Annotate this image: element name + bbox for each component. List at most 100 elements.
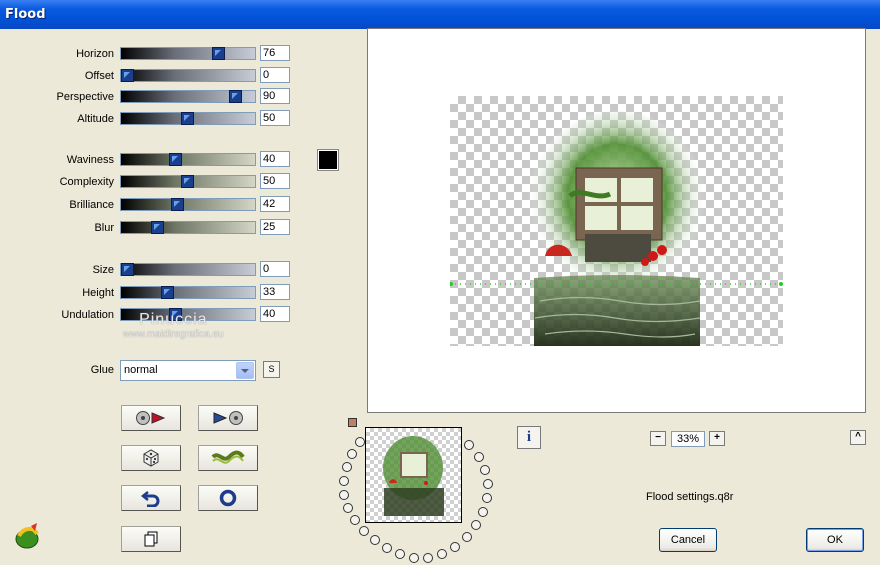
navigator-dot[interactable] [395,549,405,559]
flood-scene [449,111,783,346]
color-swatch[interactable] [317,149,339,171]
waviness-slider[interactable] [120,153,256,166]
navigator-dot[interactable] [474,452,484,462]
size-slider-thumb[interactable] [121,263,134,276]
navigator-dot[interactable] [482,493,492,503]
horizon-slider[interactable] [120,47,256,60]
undulation-label: Undulation [61,309,114,321]
blur-value-field[interactable]: 25 [260,219,290,235]
navigator-dot[interactable] [339,476,349,486]
info-button[interactable]: i [517,426,541,449]
navigator-dot[interactable] [370,535,380,545]
navigator-dot[interactable] [359,526,369,536]
size-value-field[interactable]: 0 [260,261,290,277]
zoom-in-button[interactable]: + [709,431,725,446]
wave-button[interactable] [198,445,258,471]
navigator-dot[interactable] [339,490,349,500]
title-bar: Flood [0,0,880,29]
navigator-dot[interactable] [450,542,460,552]
height-slider-thumb[interactable] [160,286,174,299]
undulation-value-field[interactable]: 40 [260,306,290,322]
navigator-dot[interactable] [478,507,488,517]
scroll-up-button[interactable]: ^ [850,430,866,445]
zoom-level: 33% [671,431,705,447]
thumbnail-scene [383,436,444,516]
height-slider[interactable] [120,286,256,299]
brilliance-value-field[interactable]: 42 [260,196,290,212]
altitude-slider-thumb[interactable] [181,112,194,125]
navigator-dot[interactable] [382,543,392,553]
offset-slider-thumb[interactable] [121,69,134,82]
undulation-slider[interactable] [120,308,256,321]
horizon-value-field[interactable]: 76 [260,45,290,61]
navigator-handle-icon[interactable] [348,418,357,427]
navigator-dot[interactable] [437,549,447,559]
randomize-button[interactable] [121,445,181,471]
navigator-dot[interactable] [483,479,493,489]
navigator-dot[interactable] [423,553,433,563]
chevron-down-icon[interactable] [236,362,254,379]
settings-filename: Flood settings.q8r [646,491,734,503]
save-preset-button[interactable] [198,405,258,431]
arrow-disk-icon [213,411,243,425]
complexity-label: Complexity [59,176,114,188]
glue-select[interactable]: normal [120,360,256,381]
reset-button[interactable] [198,485,258,511]
preview-image [449,96,783,346]
altitude-value-field[interactable]: 50 [260,110,290,126]
brilliance-slider-thumb[interactable] [171,198,185,211]
disk-arrow-icon [136,411,166,425]
wave-icon [211,450,245,464]
zoom-out-button[interactable]: − [650,431,666,446]
brilliance-label: Brilliance [69,199,114,211]
navigator-dot[interactable] [471,520,481,530]
offset-value-field[interactable]: 0 [260,67,290,83]
waviness-slider-thumb[interactable] [169,153,182,166]
offset-label: Offset [84,70,114,82]
altitude-label: Altitude [77,113,114,125]
perspective-label: Perspective [56,91,114,103]
cancel-button[interactable]: Cancel [659,528,717,552]
undulation-slider-thumb[interactable] [169,308,182,321]
size-slider[interactable] [120,263,256,276]
navigator-dot[interactable] [480,465,490,475]
navigator-dot[interactable] [462,532,472,542]
load-preset-button[interactable] [121,405,181,431]
navigator-dot[interactable] [347,449,357,459]
info-icon: i [526,429,532,445]
navigator-dot[interactable] [409,553,419,563]
blur-slider[interactable] [120,221,256,234]
size-label: Size [92,264,114,276]
dice-icon [143,449,159,467]
app-logo-icon [15,523,39,549]
glue-select-value: normal [124,364,158,376]
undo-icon [141,491,160,507]
altitude-slider[interactable] [120,112,256,125]
glue-s-button[interactable]: S [263,361,280,378]
navigator-dot[interactable] [350,515,360,525]
navigator-dot[interactable] [343,503,353,513]
perspective-slider[interactable] [120,90,256,103]
preview-canvas[interactable] [367,28,866,413]
navigator-dot[interactable] [342,462,352,472]
navigator-thumbnail[interactable] [365,427,462,523]
complexity-value-field[interactable]: 50 [260,173,290,189]
complexity-slider-thumb[interactable] [181,175,194,188]
perspective-value-field[interactable]: 90 [260,88,290,104]
navigator-dot[interactable] [464,440,474,450]
brilliance-slider[interactable] [120,198,256,211]
undo-button[interactable] [121,485,181,511]
blur-slider-thumb[interactable] [151,221,164,234]
perspective-slider-thumb[interactable] [229,90,242,103]
navigator-dot[interactable] [355,437,365,447]
ring-icon [219,489,237,507]
offset-slider[interactable] [120,69,256,82]
height-value-field[interactable]: 33 [260,284,290,300]
horizon-slider-thumb[interactable] [212,47,226,60]
complexity-slider[interactable] [120,175,256,188]
waviness-value-field[interactable]: 40 [260,151,290,167]
ok-button[interactable]: OK [806,528,864,552]
glue-label: Glue [90,364,114,376]
copy-button[interactable] [121,526,181,552]
blur-label: Blur [94,222,114,234]
